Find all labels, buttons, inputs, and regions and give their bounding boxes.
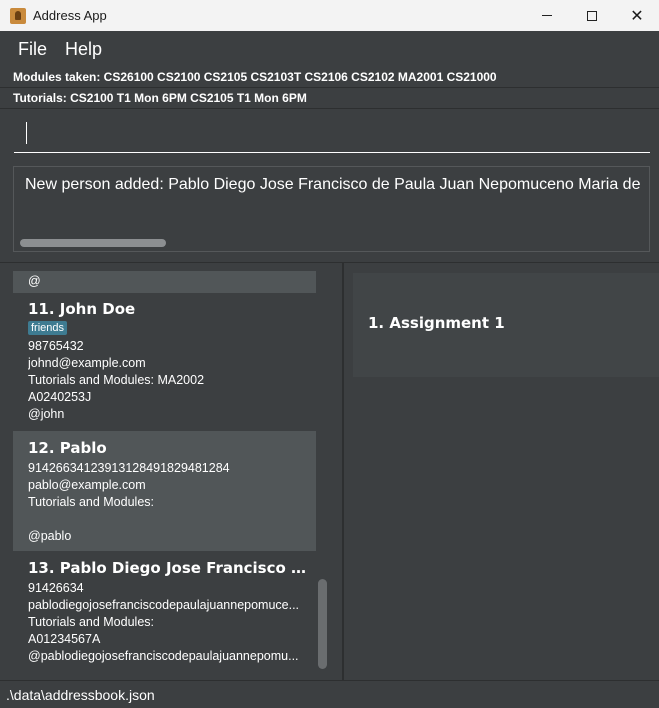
command-box (0, 108, 659, 160)
close-button[interactable]: ✕ (614, 0, 659, 31)
person-matric: A0240253J (28, 390, 92, 404)
person-matric (28, 511, 310, 528)
person-matric: A01234567A (28, 632, 101, 646)
tutorials-label: Tutorials: CS2100 T1 Mon 6PM CS2105 T1 M… (0, 87, 659, 107)
list-item[interactable]: 13. Pablo Diego Jose Francisco de P... 9… (13, 551, 316, 669)
person-email: pablo@example.com (28, 478, 146, 492)
person-name: 13. Pablo Diego Jose Francisco de P... (28, 559, 308, 577)
list-item[interactable]: @ (13, 271, 316, 293)
result-display: New person added: Pablo Diego Jose Franc… (13, 166, 650, 252)
maximize-button[interactable] (569, 0, 615, 31)
minimize-icon (542, 15, 552, 16)
close-icon: ✕ (630, 5, 644, 25)
title-bar: Address App ✕ (0, 0, 659, 31)
tag-badge: friends (28, 321, 68, 335)
maximize-icon (587, 10, 597, 21)
person-handle: @pablo (28, 529, 72, 543)
person-handle: @ (28, 274, 41, 288)
menu-help[interactable]: Help (65, 39, 102, 60)
list-item[interactable]: 11. John Doe friends 98765432 johnd@exam… (13, 293, 316, 431)
minimize-button[interactable] (524, 0, 570, 31)
person-email: pablodiegojosefranciscodepaulajuannepomu… (28, 598, 300, 612)
person-phone: 91426634123913128491829481284 (28, 461, 230, 475)
menu-bar: File Help (0, 31, 659, 67)
app-icon (10, 7, 26, 24)
modules-taken-label: Modules taken: CS26100 CS2100 CS2105 CS2… (0, 67, 659, 87)
command-input[interactable] (14, 117, 650, 153)
assignment-item: 1. Assignment 1 (368, 314, 505, 332)
person-handle: @john (28, 407, 65, 421)
person-name: 12. Pablo (28, 439, 107, 457)
person-handle: @pablodiegojosefranciscodepaulajuannepom… (28, 649, 299, 663)
person-tutorials-modules: Tutorials and Modules: (28, 495, 154, 509)
person-phone: 91426634 (28, 581, 84, 595)
text-caret (26, 122, 27, 144)
person-tutorials-modules: Tutorials and Modules: (28, 615, 154, 629)
person-list-panel: @ 11. John Doe friends 98765432 johnd@ex… (0, 262, 342, 680)
vertical-scrollbar[interactable] (318, 579, 327, 669)
window-title: Address App (33, 8, 107, 23)
status-bar-path: .\data\addressbook.json (0, 680, 659, 708)
menu-file[interactable]: File (18, 39, 47, 60)
result-message: New person added: Pablo Diego Jose Franc… (25, 176, 641, 193)
horizontal-scrollbar[interactable] (20, 239, 166, 247)
list-item[interactable]: 12. Pablo 91426634123913128491829481284 … (13, 431, 316, 551)
person-name: 11. John Doe (28, 300, 136, 318)
person-phone: 98765432 (28, 339, 84, 353)
person-tutorials-modules: Tutorials and Modules: MA2002 (28, 373, 205, 387)
person-email: johnd@example.com (28, 356, 146, 370)
assignment-panel: 1. Assignment 1 (344, 262, 659, 680)
assignment-list[interactable]: 1. Assignment 1 (353, 273, 659, 377)
person-list[interactable]: @ 11. John Doe friends 98765432 johnd@ex… (13, 271, 316, 669)
